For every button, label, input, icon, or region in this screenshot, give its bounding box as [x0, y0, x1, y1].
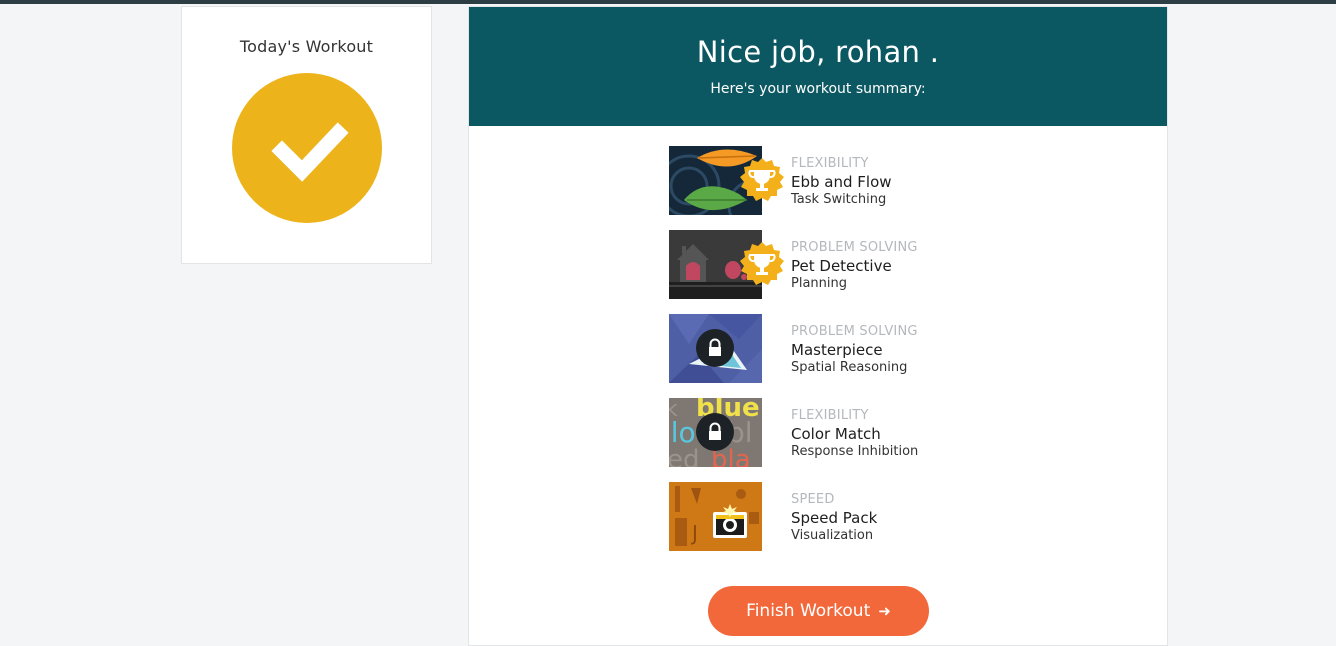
game-item-speed-pack[interactable]: J SPEED Speed Pack Visualization: [669, 482, 969, 552]
game-name: Pet Detective: [791, 257, 892, 275]
lock-icon: [696, 413, 734, 451]
game-skill: Visualization: [791, 528, 874, 543]
game-item-color-match[interactable]: k blue llo bl ed bla FLEXIBILITY Color M…: [669, 398, 969, 468]
camera-thumbnail-icon: J: [669, 482, 762, 551]
game-name: Color Match: [791, 425, 881, 443]
lock-icon: [696, 329, 734, 367]
game-skill: Planning: [791, 276, 847, 291]
trophy-badge-icon: [739, 157, 785, 203]
todays-workout-title: Today's Workout: [239, 37, 374, 56]
workout-summary-card: Nice job, rohan . Here's your workout su…: [468, 6, 1168, 646]
color-words-thumbnail-icon: k blue llo bl ed bla: [669, 398, 762, 467]
game-skill: Task Switching: [791, 192, 887, 207]
congrats-headline: Nice job, rohan .: [696, 35, 940, 69]
game-name: Speed Pack: [791, 509, 878, 527]
finish-workout-label: Finish Workout: [746, 601, 871, 621]
game-name: Ebb and Flow: [791, 173, 892, 191]
finish-workout-button[interactable]: Finish Workout ➜: [708, 586, 929, 636]
trophy-badge-icon: [739, 241, 785, 287]
game-item-masterpiece[interactable]: PROBLEM SOLVING Masterpiece Spatial Reas…: [669, 314, 969, 384]
game-category: FLEXIBILITY: [791, 156, 869, 171]
game-skill: Spatial Reasoning: [791, 360, 908, 375]
todays-workout-card: Today's Workout: [181, 6, 432, 264]
thumb-letter: J: [690, 521, 698, 545]
thumb-word: ed: [669, 445, 700, 467]
top-bar: [0, 0, 1336, 4]
summary-subtitle: Here's your workout summary:: [710, 81, 926, 97]
game-category: SPEED: [791, 492, 835, 507]
summary-banner: Nice job, rohan . Here's your workout su…: [469, 7, 1167, 126]
game-name: Masterpiece: [791, 341, 883, 359]
game-category: PROBLEM SOLVING: [791, 240, 918, 255]
arrow-right-icon: ➜: [878, 602, 891, 620]
game-item-pet-detective[interactable]: PROBLEM SOLVING Pet Detective Planning: [669, 230, 969, 300]
game-item-ebb-and-flow[interactable]: FLEXIBILITY Ebb and Flow Task Switching: [669, 146, 969, 216]
game-category: PROBLEM SOLVING: [791, 324, 918, 339]
game-category: FLEXIBILITY: [791, 408, 869, 423]
puzzle-thumbnail-icon: [669, 314, 762, 383]
game-skill: Response Inhibition: [791, 444, 919, 459]
completed-check-icon: [232, 73, 382, 223]
